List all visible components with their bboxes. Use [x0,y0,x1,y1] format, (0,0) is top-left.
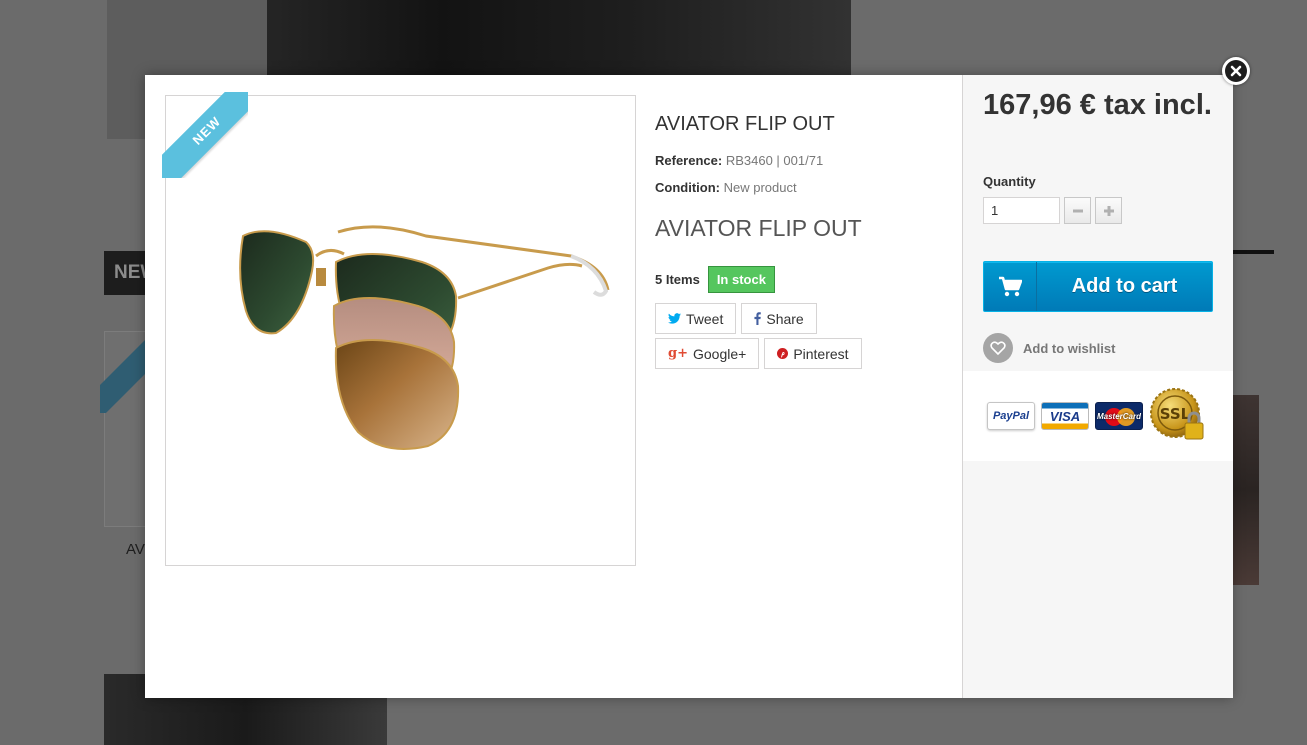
add-to-wishlist-label: Add to wishlist [1023,340,1116,356]
quantity-decrease-button[interactable] [1064,197,1091,224]
pinterest-label: Pinterest [793,345,849,362]
heart-icon [983,333,1013,363]
social-share-buttons: Tweet Share g+ Google+ Pinterest [655,303,925,369]
background-section-rule [1232,250,1274,254]
aviator-sunglasses-image [239,225,610,450]
google-plus-button[interactable]: g+ Google+ [655,338,760,369]
product-image-frame[interactable]: NEW [162,92,636,566]
product-short-description: AVIATOR FLIP OUT [655,215,862,241]
product-title: AVIATOR FLIP OUT [655,113,835,135]
close-icon [1225,60,1247,82]
paypal-logo: PayPal [987,402,1035,430]
payment-logos: PayPal VISA MasterCard SSL [963,371,1233,461]
twitter-icon [668,313,681,324]
product-info: AVIATOR FLIP OUT Reference: RB3460 | 001… [655,113,955,369]
reference-label: Reference: [655,153,723,168]
minus-icon [1072,209,1083,212]
background-section-heading: NEW [104,251,150,295]
pinterest-button[interactable]: Pinterest [764,338,862,369]
add-to-cart-button[interactable]: Add to cart [983,261,1213,312]
ssl-text: SSL [1160,405,1191,423]
items-count: 5 Items [655,272,700,287]
google-plus-label: Google+ [692,345,747,362]
buy-box: 167,96 € tax incl. Quantity Add to cart [962,75,1233,698]
product-reference: Reference: RB3460 | 001/71 [655,153,955,168]
quantity-label: Quantity [983,174,1036,189]
stock-badge: In stock [707,266,775,293]
close-modal-button[interactable] [1222,57,1250,85]
condition-value: New product [723,180,797,195]
condition-label: Condition: [655,180,720,195]
add-to-wishlist-link[interactable]: Add to wishlist [983,333,1115,363]
visa-logo: VISA [1041,402,1089,430]
tweet-label: Tweet [686,310,724,327]
facebook-icon [754,312,762,325]
reference-value: RB3460 | 001/71 [725,153,824,168]
product-condition: Condition: New product [655,180,955,195]
ssl-lock-icon: SSL [1150,388,1204,440]
add-to-cart-label: Add to cart [1071,275,1178,297]
background-card-ribbon [100,331,146,413]
stock-row: 5 Items In stock [655,266,955,293]
mastercard-logo: MasterCard [1095,402,1143,430]
background-thumbnail [1232,395,1259,585]
share-label: Share [766,310,804,327]
quick-view-modal: NEW AVIATOR FLIP OUT Reference: RB3460 |… [145,75,1233,698]
cart-icon-box [984,262,1037,311]
plus-icon [1103,205,1114,216]
product-price: 167,96 € tax incl. [983,89,1212,121]
pinterest-icon [777,348,789,359]
quantity-increase-button[interactable] [1095,197,1122,224]
facebook-share-button[interactable]: Share [741,303,817,334]
google-plus-icon: g+ [668,346,688,361]
background-card-title: AV [126,541,145,558]
tweet-button[interactable]: Tweet [655,303,737,334]
shopping-cart-icon [999,276,1022,296]
quantity-input[interactable] [983,197,1060,224]
